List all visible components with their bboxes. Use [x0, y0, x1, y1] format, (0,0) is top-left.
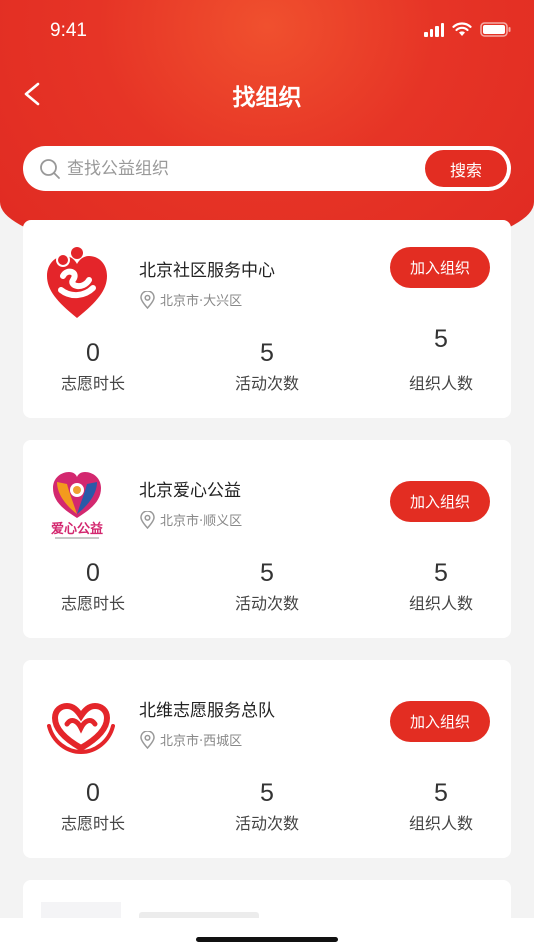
stat-volunteer-hours: 0 志愿时长	[33, 558, 153, 614]
search-button[interactable]: 搜索	[425, 150, 507, 187]
heart-people-logo	[47, 247, 107, 318]
stat-label: 活动次数	[234, 594, 299, 613]
location-pin-icon	[140, 730, 155, 749]
search-icon	[40, 159, 60, 179]
wifi-icon	[452, 22, 472, 36]
join-org-button[interactable]: 加入组织	[390, 247, 490, 288]
search-input[interactable]	[67, 154, 437, 183]
battery-icon	[480, 22, 511, 37]
status-bar: 9:41	[0, 0, 534, 66]
org-name: 北京爱心公益	[139, 481, 241, 501]
org-location: 北京市·顺义区	[139, 510, 242, 529]
org-name: 北京社区服务中心	[139, 261, 275, 281]
stat-label: 志愿时长	[60, 374, 125, 393]
org-location-text: 北京市·顺义区	[160, 514, 243, 529]
status-time: 9:41	[50, 20, 87, 41]
stat-value: 0	[86, 559, 100, 587]
stat-value: 5	[434, 325, 448, 353]
home-indicator-area	[0, 918, 534, 950]
stat-label: 志愿时长	[60, 594, 125, 613]
org-card[interactable]: 爱心公益 北京爱心公益 北京市·顺义区 加入组织 0 志愿时长 5 活动次数 5…	[23, 440, 511, 638]
stat-label: 活动次数	[234, 814, 299, 833]
stat-volunteer-hours: 0 志愿时长	[33, 338, 153, 394]
org-location: 北京市·大兴区	[139, 290, 242, 309]
stat-label: 组织人数	[408, 814, 473, 833]
heart-hands-logo	[47, 702, 115, 755]
org-location-text: 北京市·大兴区	[160, 294, 243, 309]
love-heart-logo: 爱心公益	[51, 472, 103, 539]
search-bar: 搜索	[23, 146, 511, 191]
org-name: 北维志愿服务总队	[139, 701, 275, 721]
nav-bar: 找组织	[0, 66, 534, 122]
stat-member-count: 5 组织人数	[381, 324, 501, 394]
stat-member-count: 5 组织人数	[381, 558, 501, 614]
stat-value: 5	[260, 779, 274, 807]
status-icons	[424, 22, 512, 37]
stat-value: 5	[434, 559, 448, 587]
join-org-button[interactable]: 加入组织	[390, 481, 490, 522]
page-title: 找组织	[232, 85, 302, 111]
org-location: 北京市·西城区	[139, 730, 242, 749]
stat-value: 5	[260, 559, 274, 587]
stat-label: 组织人数	[408, 594, 473, 613]
org-card[interactable]: 北维志愿服务总队 北京市·西城区 加入组织 0 志愿时长 5 活动次数 5 组织…	[23, 660, 511, 858]
stat-label: 志愿时长	[60, 814, 125, 833]
stat-member-count: 5 组织人数	[381, 778, 501, 834]
stat-activity-count: 5 活动次数	[207, 338, 327, 394]
home-indicator[interactable]	[196, 937, 338, 942]
org-card[interactable]: 北京社区服务中心 北京市·大兴区 加入组织 0 志愿时长 5 活动次数 5 组织…	[23, 220, 511, 418]
stat-label: 组织人数	[408, 374, 473, 393]
org-location-text: 北京市·西城区	[160, 734, 243, 749]
stat-value: 0	[86, 779, 100, 807]
stat-activity-count: 5 活动次数	[207, 778, 327, 834]
stat-volunteer-hours: 0 志愿时长	[33, 778, 153, 834]
stat-label: 活动次数	[234, 374, 299, 393]
stat-value: 0	[86, 339, 100, 367]
svg-text:爱心公益: 爱心公益	[51, 521, 103, 537]
stat-value: 5	[434, 779, 448, 807]
location-pin-icon	[140, 290, 155, 309]
location-pin-icon	[140, 510, 155, 529]
join-org-button[interactable]: 加入组织	[390, 701, 490, 742]
signal-icon	[424, 22, 444, 37]
stat-value: 5	[260, 339, 274, 367]
stat-activity-count: 5 活动次数	[207, 558, 327, 614]
